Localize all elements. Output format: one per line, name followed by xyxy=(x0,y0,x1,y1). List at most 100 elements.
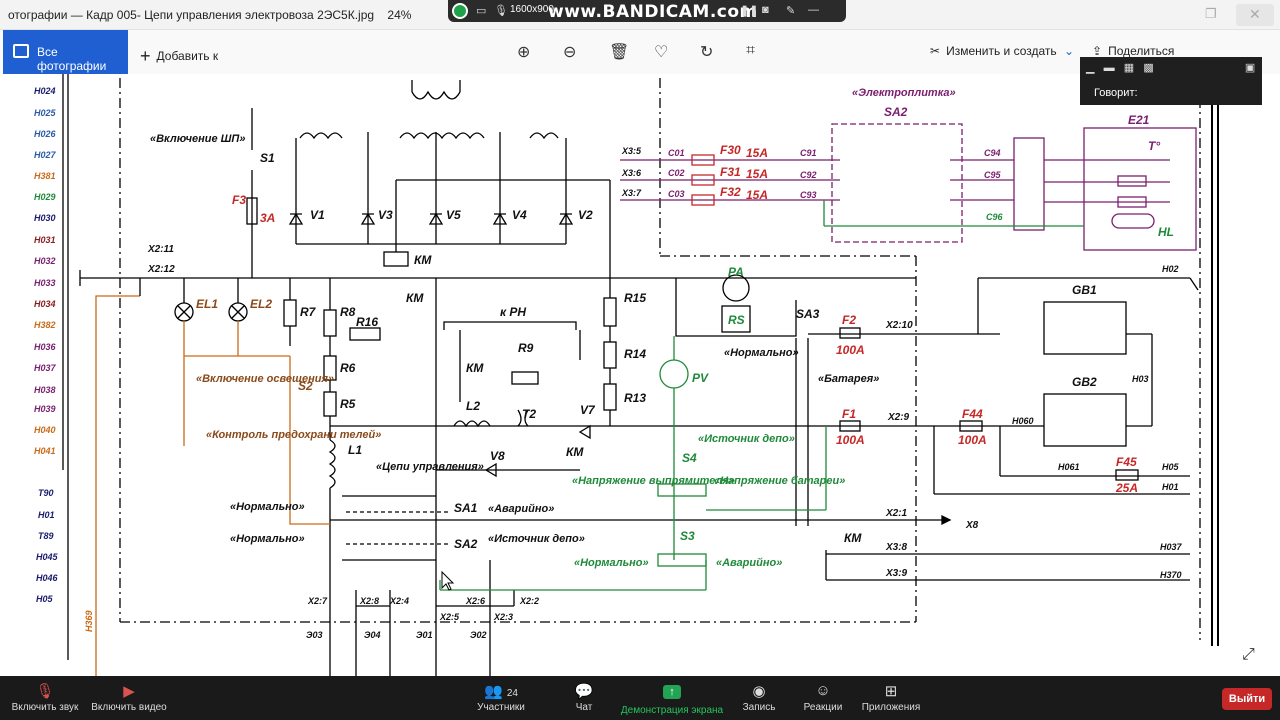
monitor-icon[interactable]: ▭ xyxy=(476,4,486,17)
video-button[interactable]: ▶ Включить видео xyxy=(86,676,172,720)
x2-3-label: Х2:3 xyxy=(493,612,513,622)
km-bottom-label: КМ xyxy=(844,531,862,545)
stove-caption: «Электроплитка» xyxy=(852,87,956,99)
x2-7-label: Х2:7 xyxy=(307,596,328,606)
depot-source-caption: «Источник депо» xyxy=(488,533,585,545)
edit-create-button[interactable]: ✂ Изменить и создать ⌄ xyxy=(930,44,1074,58)
f30-rating: 15А xyxy=(746,146,768,160)
f44-rating: 100А xyxy=(958,433,987,447)
x3-8-label: Х3:8 xyxy=(885,542,908,553)
f2-label: F2 xyxy=(842,313,856,327)
x2-11-label: Х2:11 xyxy=(147,244,174,255)
participants-icon: 👥 24 xyxy=(484,683,518,700)
f2-rating: 100А xyxy=(836,343,865,357)
share-label: Поделиться xyxy=(1108,44,1175,58)
record-status-icon xyxy=(452,3,468,19)
sa2-stove-label: SA2 xyxy=(884,105,908,119)
x2-2-label: Х2:2 xyxy=(519,596,539,606)
x8-label: Х8 xyxy=(965,520,979,531)
depot-source-s4-caption: «Источник депо» xyxy=(698,433,795,445)
r15-label: R15 xyxy=(624,291,646,305)
all-photos-button[interactable]: Все фотографии xyxy=(3,30,128,74)
r14-label: R14 xyxy=(624,347,646,361)
wire-label: Н041 xyxy=(34,446,56,456)
share-screen-label: Демонстрация экрана xyxy=(620,705,724,716)
share-screen-icon: ↑ xyxy=(663,685,681,699)
km-coil-label: КМ xyxy=(414,253,432,267)
restore-icon[interactable]: ❐ xyxy=(1205,6,1217,22)
c03-label: С03 xyxy=(668,189,685,199)
heart-icon[interactable]: ♡ xyxy=(654,42,668,62)
l1-label: L1 xyxy=(348,443,362,457)
record-label: Запись xyxy=(742,702,776,713)
x2-5-label: Х2:5 xyxy=(439,612,460,622)
normal-caption-s3: «Нормально» xyxy=(574,557,649,569)
sa3-label: SA3 xyxy=(796,307,820,321)
c93-label: С93 xyxy=(800,190,817,200)
e21-label: Е21 xyxy=(1128,113,1150,127)
f45-label: F45 xyxy=(1116,455,1137,469)
microphone-icon[interactable]: 🎙 xyxy=(494,4,508,17)
v2-label: V2 xyxy=(578,208,593,222)
km-label: КМ xyxy=(466,361,484,375)
zoom-in-icon[interactable]: ⊕ xyxy=(517,42,530,62)
speaking-popup: ▁ ▬ ▦ ▩ ▣ Говорит: xyxy=(1080,57,1262,105)
window-title-text: отографии — Кадр 005- Цепи управления эл… xyxy=(8,8,375,22)
r16-label: R16 xyxy=(356,315,378,329)
wire-label: Н05 xyxy=(36,594,54,604)
wire-label: Н036 xyxy=(34,342,57,352)
schematic-image: Н024 Н025 Н026 Н027 Н381 Н029 Н030 Н031 … xyxy=(0,74,1225,676)
pen-icon[interactable]: ✎ xyxy=(786,4,795,17)
wire-label: Н024 xyxy=(34,86,56,96)
gb1-label: GB1 xyxy=(1072,283,1097,297)
edit-create-label: Изменить и создать xyxy=(946,44,1057,58)
v3-label: V3 xyxy=(378,208,393,222)
minimize-recorder-icon[interactable]: — xyxy=(808,4,819,16)
add-to-button[interactable]: + Добавить к xyxy=(140,44,219,66)
r6-label: R6 xyxy=(340,361,356,375)
r13-label: R13 xyxy=(624,391,646,405)
delete-icon[interactable]: 🗑 xyxy=(609,42,629,62)
wire-label: Н025 xyxy=(34,108,57,118)
l2-label: L2 xyxy=(466,399,480,413)
expand-icon[interactable]: ⤢ xyxy=(1242,646,1255,664)
mute-button[interactable]: 🎙 Включить звук xyxy=(0,676,90,720)
sa2-label: SA2 xyxy=(454,537,478,551)
c96-label: С96 xyxy=(986,212,1004,222)
v4-label: V4 xyxy=(512,208,527,222)
f45-rating: 25А xyxy=(1115,481,1138,495)
view-mode-icons[interactable]: ▁ ▬ ▦ ▩ ▣ xyxy=(1086,61,1255,74)
zoom-out-icon[interactable]: ⊖ xyxy=(563,42,576,62)
pause-icon[interactable]: ❚❚ xyxy=(740,4,758,17)
speaking-label: Говорит: xyxy=(1094,87,1138,99)
mouse-cursor-icon xyxy=(441,570,455,591)
pa-label: PA xyxy=(728,265,744,279)
wire-label-vertical: Н369 xyxy=(84,610,94,632)
k-rn-label: к РН xyxy=(500,305,526,319)
emergency-caption: «Аварийно» xyxy=(488,503,554,515)
close-button[interactable]: ✕ xyxy=(1236,4,1274,26)
crop-icon[interactable]: ⌗ xyxy=(746,42,755,60)
f30-label: F30 xyxy=(720,143,741,157)
share-screen-button[interactable]: ↑ Демонстрация экрана xyxy=(614,676,730,720)
r9-label: R9 xyxy=(518,341,534,355)
camera-icon[interactable]: ◙ xyxy=(762,4,769,16)
share-button[interactable]: ⇪ Поделиться xyxy=(1092,44,1174,58)
f31-rating: 15А xyxy=(746,167,768,181)
h037-label: Н037 xyxy=(1160,542,1183,552)
x2-10-label: Х2:10 xyxy=(885,320,913,331)
participants-button[interactable]: 👥 24 Участники xyxy=(456,676,546,720)
r7-label: R7 xyxy=(300,305,317,319)
rotate-icon[interactable]: ↻ xyxy=(700,42,713,62)
wire-label: Н382 xyxy=(34,320,56,330)
photos-icon xyxy=(13,44,29,58)
wire-label: Н031 xyxy=(34,235,56,245)
add-to-label: Добавить к xyxy=(156,49,219,63)
wire-label: Н037 xyxy=(34,363,57,373)
edit-icon: ✂ xyxy=(930,44,941,58)
exit-button[interactable]: Выйти xyxy=(1222,688,1272,710)
chevron-down-icon: ⌄ xyxy=(1063,44,1075,58)
apps-button[interactable]: ⊞ Приложения xyxy=(846,676,936,720)
f3-rating: 3А xyxy=(260,211,275,225)
wire-label: Н046 xyxy=(36,573,59,583)
